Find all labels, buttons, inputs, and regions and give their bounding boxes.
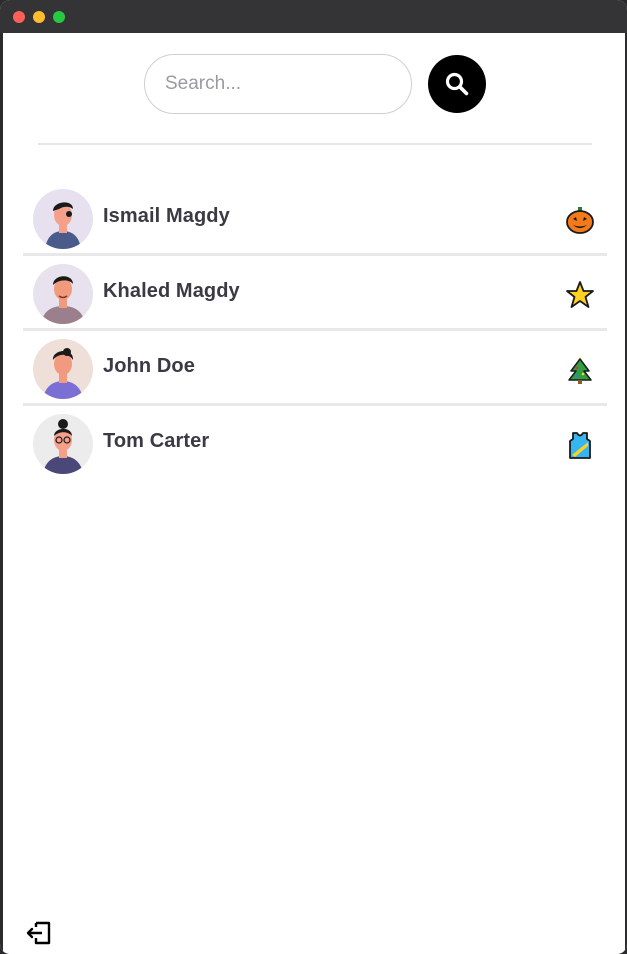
contact-item[interactable]: Tom Carter [23, 406, 607, 481]
window-edge-left [0, 33, 3, 954]
contact-name: Khaled Magdy [103, 280, 240, 302]
logout-button[interactable] [25, 919, 53, 947]
minimize-window-button[interactable] [33, 11, 45, 23]
avatar [33, 414, 93, 474]
contact-name: Tom Carter [103, 430, 210, 452]
contact-item[interactable]: Khaled Magdy [23, 256, 607, 331]
avatar [33, 339, 93, 399]
header-divider [38, 143, 592, 145]
app-window: Ismail Magdy [0, 0, 627, 954]
search-icon [445, 72, 469, 96]
contact-item[interactable]: Ismail Magdy [23, 181, 607, 256]
search-input[interactable] [165, 69, 395, 99]
maximize-window-button[interactable] [53, 11, 65, 23]
pumpkin-icon [563, 203, 597, 237]
contact-name: Ismail Magdy [103, 205, 230, 227]
christmas-tree-icon [563, 353, 597, 387]
avatar [33, 189, 93, 249]
contact-item[interactable]: John Doe [23, 331, 607, 406]
search-button[interactable] [428, 55, 486, 113]
contact-list: Ismail Magdy Khaled Magdy John Doe Tom C… [23, 181, 607, 481]
contact-name: John Doe [103, 355, 195, 377]
search-box [144, 54, 412, 114]
logout-icon [26, 921, 51, 945]
title-bar [0, 0, 627, 33]
avatar [33, 264, 93, 324]
star-icon [563, 278, 597, 312]
jersey-icon [563, 428, 597, 462]
close-window-button[interactable] [13, 11, 25, 23]
